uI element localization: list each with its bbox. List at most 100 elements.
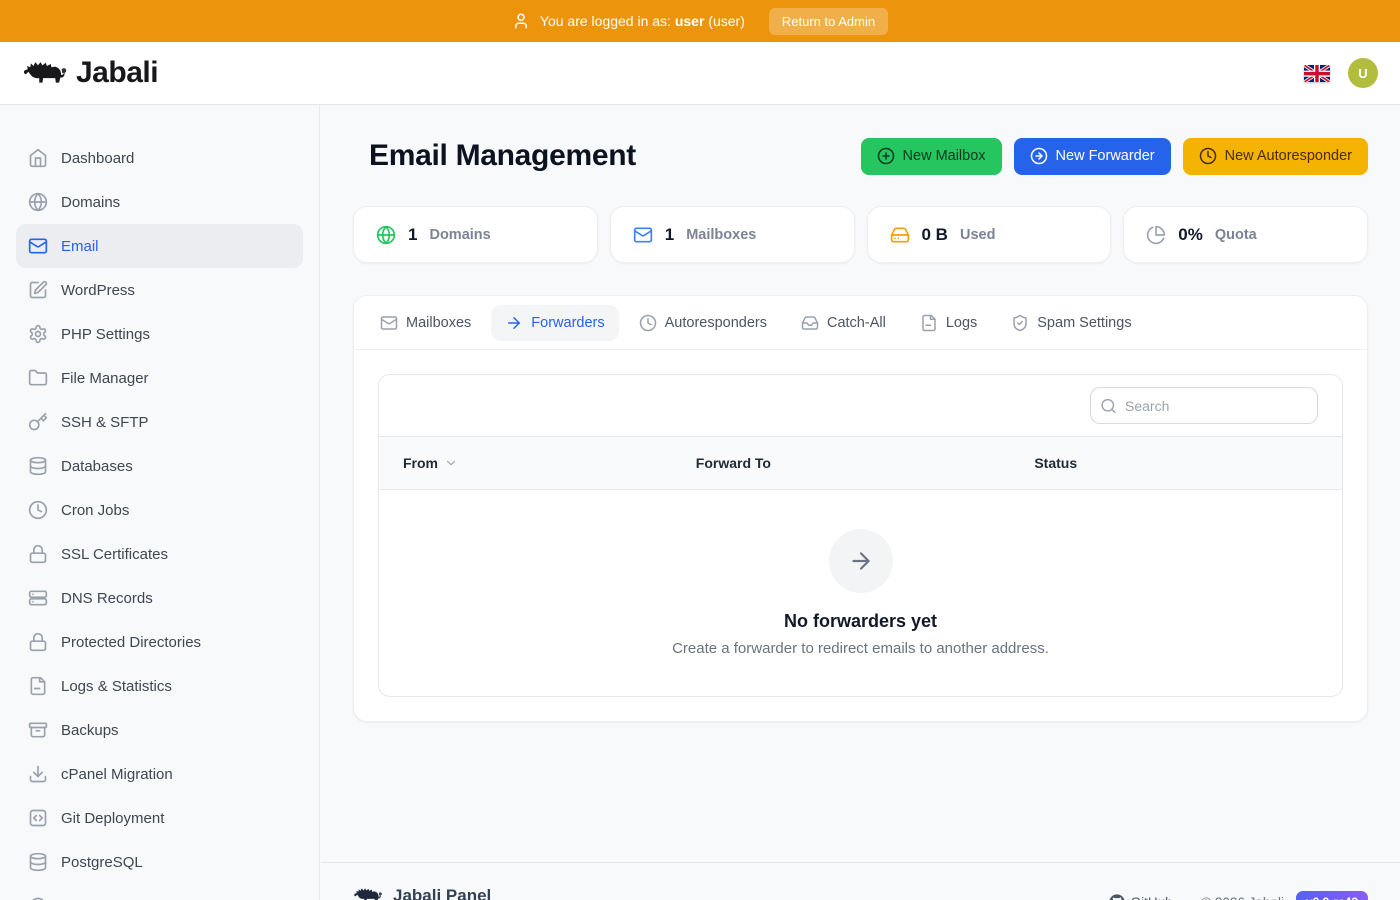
sidebar-item-dashboard[interactable]: Dashboard bbox=[16, 136, 303, 180]
download-icon bbox=[28, 764, 48, 784]
sidebar-item-backups[interactable]: Backups bbox=[16, 708, 303, 752]
sidebar-item-email[interactable]: Email bbox=[16, 224, 303, 268]
tab-label: Logs bbox=[946, 315, 977, 331]
sidebar-item-label: Email bbox=[61, 238, 99, 255]
sidebar-item-label: Databases bbox=[61, 458, 133, 475]
version-badge: v0.9-rc42 bbox=[1296, 891, 1368, 900]
stat-label: Mailboxes bbox=[686, 227, 756, 243]
stat-value: 1 bbox=[408, 225, 417, 245]
sidebar-item-label: SSL Certificates bbox=[61, 546, 168, 563]
page-footer: Jabali Panel GitHub · © 2026 Jabali v0.9… bbox=[321, 862, 1400, 900]
sidebar-item-postgresql[interactable]: PostgreSQL bbox=[16, 840, 303, 884]
tab-label: Spam Settings bbox=[1037, 315, 1131, 331]
file-text-icon bbox=[920, 314, 938, 332]
column-header-from[interactable]: From bbox=[403, 455, 696, 471]
main-content: Email Management New Mailbox New Forward… bbox=[321, 105, 1400, 900]
sidebar-item-cron-jobs[interactable]: Cron Jobs bbox=[16, 488, 303, 532]
stat-value: 0% bbox=[1178, 225, 1203, 245]
tab-forwarders[interactable]: Forwarders bbox=[491, 305, 618, 341]
footer-brand-name: Jabali Panel bbox=[393, 886, 491, 900]
sidebar-item-label: Protected Directories bbox=[61, 634, 201, 651]
new-forwarder-button[interactable]: New Forwarder bbox=[1014, 138, 1171, 175]
database-icon bbox=[28, 456, 48, 476]
tab-label: Forwarders bbox=[531, 315, 604, 331]
mail-icon bbox=[28, 236, 48, 256]
sidebar-item-file-manager[interactable]: File Manager bbox=[16, 356, 303, 400]
sidebar-item-wordpress[interactable]: WordPress bbox=[16, 268, 303, 312]
email-tabs: Mailboxes Forwarders Autoresponders Catc… bbox=[354, 296, 1367, 350]
mail-icon bbox=[633, 225, 653, 245]
sidebar-item-protected-directories[interactable]: Protected Directories bbox=[16, 620, 303, 664]
chevron-down-icon bbox=[444, 456, 458, 470]
stat-value: 0 B bbox=[922, 225, 948, 245]
sidebar-item-git-deployment[interactable]: Git Deployment bbox=[16, 796, 303, 840]
empty-state-title: No forwarders yet bbox=[784, 611, 937, 632]
return-to-admin-button[interactable]: Return to Admin bbox=[769, 8, 888, 35]
mail-icon bbox=[380, 314, 398, 332]
new-mailbox-button[interactable]: New Mailbox bbox=[861, 138, 1002, 175]
sidebar-item-logs-statistics[interactable]: Logs & Statistics bbox=[16, 664, 303, 708]
separator-dot: · bbox=[1185, 895, 1190, 900]
folder-icon bbox=[28, 368, 48, 388]
globe-icon bbox=[376, 225, 396, 245]
impersonated-role: (user) bbox=[708, 13, 745, 29]
new-autoresponder-label: New Autoresponder bbox=[1225, 148, 1352, 164]
key-icon bbox=[28, 412, 48, 432]
sidebar-item-php-settings[interactable]: PHP Settings bbox=[16, 312, 303, 356]
sidebar-item-label: cPanel Migration bbox=[61, 766, 173, 783]
sidebar-nav: Dashboard Domains Email WordPress PHP Se… bbox=[0, 105, 320, 900]
sidebar-item-label: Dashboard bbox=[61, 150, 134, 167]
new-forwarder-label: New Forwarder bbox=[1056, 148, 1155, 164]
forwarders-table-card: From Forward To Status No forwarders yet… bbox=[378, 374, 1343, 697]
new-autoresponder-button[interactable]: New Autoresponder bbox=[1183, 138, 1368, 175]
sidebar-item-domains[interactable]: Domains bbox=[16, 180, 303, 224]
file-text-icon bbox=[28, 676, 48, 696]
uk-flag-icon[interactable] bbox=[1304, 65, 1330, 82]
user-avatar[interactable]: U bbox=[1348, 58, 1378, 88]
sidebar-item-ssh-sftp[interactable]: SSH & SFTP bbox=[16, 400, 303, 444]
tab-autoresponders[interactable]: Autoresponders bbox=[625, 305, 781, 341]
stat-label: Quota bbox=[1215, 227, 1257, 243]
stat-value: 1 bbox=[665, 225, 674, 245]
tab-mailboxes[interactable]: Mailboxes bbox=[366, 305, 485, 341]
sidebar-item-ssl-certificates[interactable]: SSL Certificates bbox=[16, 532, 303, 576]
github-label: GitHub bbox=[1131, 895, 1173, 900]
page-title: Email Management bbox=[369, 139, 636, 173]
brand-name: Jabali bbox=[76, 56, 158, 90]
sidebar-item-partial[interactable] bbox=[16, 884, 303, 900]
sidebar-item-label: Logs & Statistics bbox=[61, 678, 172, 695]
clock-icon bbox=[639, 314, 657, 332]
sidebar-item-databases[interactable]: Databases bbox=[16, 444, 303, 488]
shield-check-icon bbox=[1011, 314, 1029, 332]
empty-state: No forwarders yet Create a forwarder to … bbox=[379, 490, 1342, 696]
server-icon bbox=[28, 588, 48, 608]
column-header-status: Status bbox=[1034, 455, 1318, 471]
inbox-icon bbox=[801, 314, 819, 332]
impersonated-username: user bbox=[675, 13, 705, 29]
logged-in-message: You are logged in as: user (user) bbox=[540, 13, 745, 29]
gear-icon bbox=[28, 324, 48, 344]
github-link[interactable]: GitHub bbox=[1109, 894, 1173, 900]
tab-logs[interactable]: Logs bbox=[906, 305, 991, 341]
search-input[interactable] bbox=[1090, 387, 1318, 424]
boar-logo-icon bbox=[22, 55, 68, 91]
sidebar-item-label: PHP Settings bbox=[61, 326, 150, 343]
tab-catch-all[interactable]: Catch-All bbox=[787, 305, 900, 341]
lock-icon bbox=[28, 632, 48, 652]
sidebar-item-cpanel-migration[interactable]: cPanel Migration bbox=[16, 752, 303, 796]
code-square-icon bbox=[28, 808, 48, 828]
tab-label: Autoresponders bbox=[665, 315, 767, 331]
empty-state-description: Create a forwarder to redirect emails to… bbox=[672, 640, 1049, 657]
home-icon bbox=[28, 148, 48, 168]
email-panel: Mailboxes Forwarders Autoresponders Catc… bbox=[353, 295, 1368, 722]
stat-label: Used bbox=[960, 227, 995, 243]
stat-card-used: 0 B Used bbox=[867, 206, 1112, 263]
brand-home-link[interactable]: Jabali bbox=[22, 55, 158, 91]
tab-spam-settings[interactable]: Spam Settings bbox=[997, 305, 1145, 341]
arrow-right-circle-icon bbox=[1030, 147, 1048, 165]
boar-logo-icon bbox=[353, 884, 383, 900]
sidebar-item-label: DNS Records bbox=[61, 590, 153, 607]
search-box bbox=[1090, 387, 1318, 424]
sidebar-item-dns-records[interactable]: DNS Records bbox=[16, 576, 303, 620]
arrow-right-icon bbox=[505, 314, 523, 332]
